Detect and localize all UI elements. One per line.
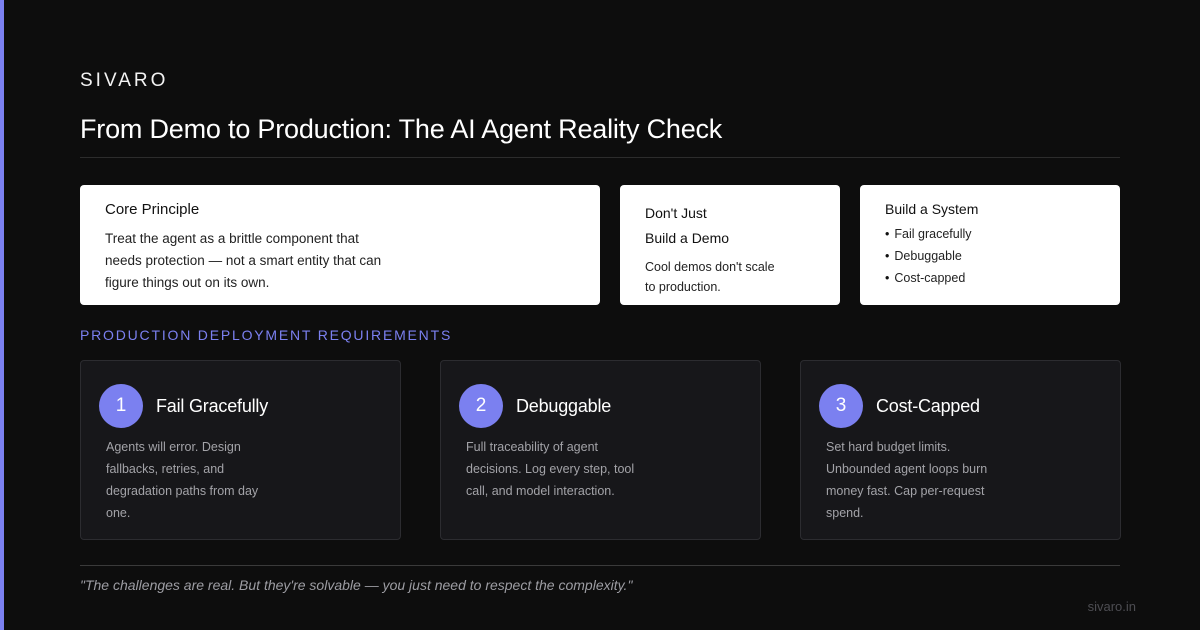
closing-quote: "The challenges are real. But they're so… [80,577,633,593]
requirement-body: Full traceability of agent decisions. Lo… [466,440,635,498]
list-item: Cost-capped [885,267,1095,289]
accent-bar [0,0,4,630]
requirement-title: Cost-Capped [876,396,980,416]
site-url: sivaro.in [1087,599,1136,614]
brand-logo: SIVARO [80,70,169,91]
requirement-body: Agents will error. Design fallbacks, ret… [106,440,259,520]
demo-card-body: Cool demos don't scale to production. [645,260,775,294]
footer-divider [80,565,1120,566]
dont-build-demo-card: Don't Just Build a Demo Cool demos don't… [620,185,840,305]
build-system-card: Build a System Fail gracefully Debuggabl… [860,185,1120,305]
requirement-card-fail-gracefully: 1 Fail Gracefully Agents will error. Des… [80,360,401,540]
step-number-badge: 2 [459,384,503,428]
requirement-card-cost-capped: 3 Cost-Capped Set hard budget limits. Un… [800,360,1121,540]
requirement-body: Set hard budget limits. Unbounded agent … [826,440,988,520]
step-number-badge: 1 [99,384,143,428]
section-label: PRODUCTION DEPLOYMENT REQUIREMENTS [80,327,453,343]
list-item: Fail gracefully [885,223,1095,245]
core-principle-body: Treat the agent as a brittle component t… [105,231,382,290]
system-card-title: Build a System [885,201,979,217]
requirement-title: Debuggable [516,396,612,416]
page-title: From Demo to Production: The AI Agent Re… [80,114,723,144]
step-number-badge: 3 [819,384,863,428]
title-divider [80,157,1120,158]
core-principle-title: Core Principle [105,201,200,218]
requirement-card-debuggable: 2 Debuggable Full traceability of agent … [440,360,761,540]
list-item: Debuggable [885,245,1095,267]
core-principle-card: Core Principle Treat the agent as a brit… [80,185,600,305]
demo-card-title-line1: Don't Just [645,205,707,221]
requirement-title: Fail Gracefully [156,396,269,416]
system-card-list: Fail gracefully Debuggable Cost-capped [885,223,1095,289]
demo-card-title-line2: Build a Demo [645,230,730,246]
